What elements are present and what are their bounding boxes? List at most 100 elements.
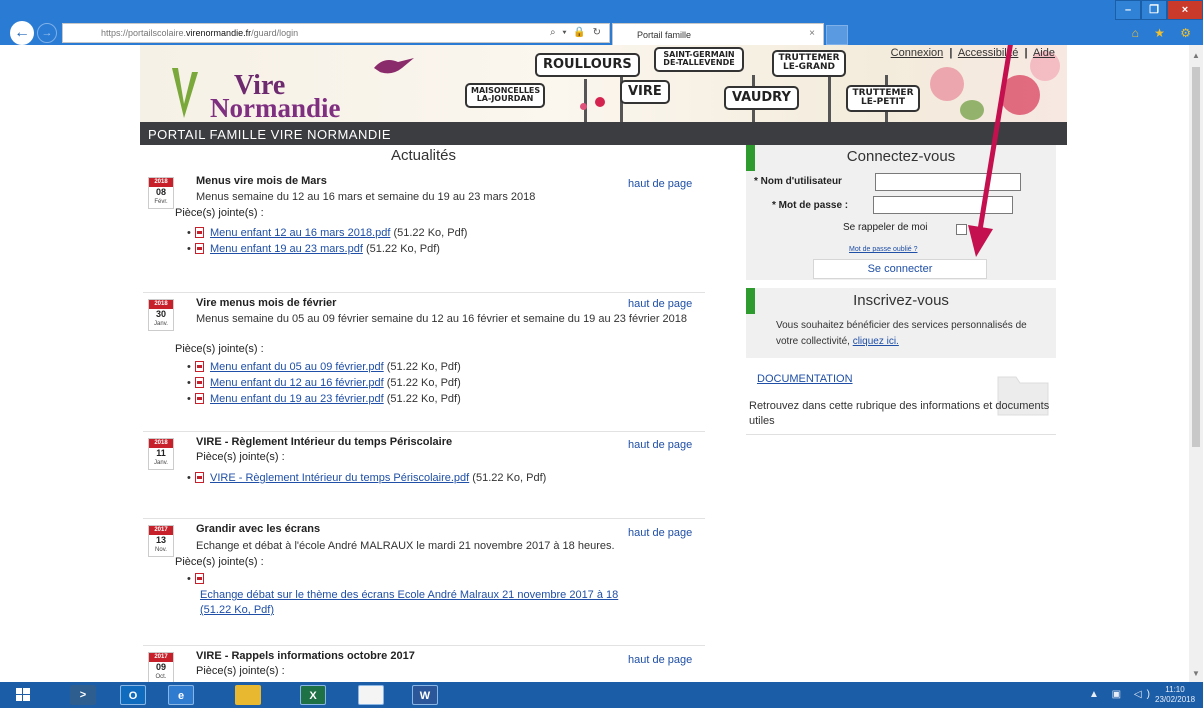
close-window-button[interactable]: × [1167,0,1203,20]
connexion-link[interactable]: Connexion [891,47,944,59]
vertical-scrollbar[interactable]: ▲ ▼ [1189,45,1203,682]
windows-taskbar: > O e X W ▲ ▣ ◁) 11:10 23/02/2018 [0,682,1203,708]
excel-icon[interactable]: X [300,685,326,705]
sign-truttemer-le-petit: TRUTTEMER LE-PETIT [846,85,920,112]
attachment-link[interactable]: Menu enfant du 05 au 09 février.pdf [210,361,384,373]
attachment-link[interactable]: Menu enfant du 19 au 23 février.pdf [210,393,384,405]
news-article: 2018 30 Janv. Vire menus mois de février… [143,295,705,432]
attachment-item: • VIRE - Règlement Intérieur du temps Pér… [187,472,546,484]
date-month: Oct. [155,674,167,680]
outlook-icon[interactable]: O [120,685,146,705]
browser-titlebar: ← → https://portailscolaire.virenormandi… [0,0,1203,45]
date-year: 2017 [149,526,173,535]
attachments-label: Pièce(s) jointe(s) : [175,343,264,355]
top-of-page-link[interactable]: haut de page [628,178,692,190]
article-title: Menus vire mois de Mars [196,175,327,187]
date-year: 2018 [149,178,173,187]
bullet: • [187,472,191,484]
attachment-item: • Menu enfant du 12 au 16 février.pdf (51… [187,377,461,389]
attachment-link[interactable]: Echange débat sur le thème des écrans Ec… [200,589,618,601]
scrollbar-thumb[interactable] [1192,67,1200,447]
pdf-icon [195,377,204,388]
date-year: 2018 [149,300,173,309]
back-arrow-icon[interactable]: ← [10,21,34,45]
top-of-page-link[interactable]: haut de page [628,527,692,539]
date-day: 13 [155,535,166,545]
bullet: • [187,393,191,405]
link-separator: | [949,47,953,59]
article-description: Menus semaine du 05 au 09 février semain… [196,313,688,325]
register-link[interactable]: cliquez ici. [853,336,899,347]
date-badge: 2018 08 Févr. [148,177,174,209]
home-favorites-settings-icons[interactable]: ⌂ ★ ⚙ [1132,26,1197,40]
sign-truttemer-le-grand: TRUTTEMER LE-GRAND [772,50,846,77]
vire-normandie-logo[interactable]: Vire Normandie [170,60,380,122]
pdf-icon [195,361,204,372]
word-icon[interactable]: W [412,685,438,705]
documentation-link[interactable]: DOCUMENTATION [757,373,853,385]
attachment-item: Echange débat sur le thème des écrans Ec… [200,588,700,618]
bird-illustration-icon [374,58,414,74]
attachment-item: • [187,573,210,585]
article-title: VIRE - Rappels informations octobre 2017 [196,650,415,662]
maximize-button[interactable]: ❐ [1141,0,1167,20]
powershell-icon[interactable]: > [70,685,96,705]
date-month: Nov. [155,547,167,553]
register-description: Vous souhaitez bénéficier des services p… [776,320,1027,347]
file-explorer-icon[interactable] [235,685,261,705]
forward-arrow-icon[interactable]: → [37,23,57,43]
clock-time: 11:10 [1165,685,1185,694]
attachments-label: Pièce(s) jointe(s) : [196,451,285,463]
date-month: Janv. [154,321,168,327]
forgot-password-link[interactable]: Mot de passe oublié ? [849,246,918,253]
attachment-item: • Menu enfant 19 au 23 mars.pdf (51.22 Ko… [187,243,440,255]
attachment-link[interactable]: Menu enfant 12 au 16 mars 2018.pdf [210,227,390,239]
sign-saint-germain: SAINT-GERMAIN DE-TALLEVENDE [654,47,744,72]
news-article: 2017 09 Oct. VIRE - Rappels informations… [143,648,705,682]
tab-close-icon[interactable]: × [809,28,815,39]
attachment-item: • Menu enfant du 19 au 23 février.pdf (51… [187,393,461,405]
date-month: Févr. [154,199,168,205]
documentation-description: Retrouvez dans cette rubrique des inform… [749,400,1050,427]
sign-maisoncelles: MAISONCELLES LA-JOURDAN [465,83,545,108]
attachment-info[interactable]: (51.22 Ko, Pdf) [200,604,274,616]
top-of-page-link[interactable]: haut de page [628,654,692,666]
blank-app-icon[interactable] [358,685,384,705]
minimize-button[interactable]: – [1115,0,1141,20]
attachment-link[interactable]: VIRE - Règlement Intérieur du temps Péri… [210,472,469,484]
news-heading: Actualités [390,147,457,164]
attachment-info: (51.22 Ko, Pdf) [472,472,547,484]
attachment-link[interactable]: Menu enfant du 12 au 16 février.pdf [210,377,384,389]
attachments-label: Pièce(s) jointe(s) : [175,556,264,568]
top-of-page-link[interactable]: haut de page [628,298,692,310]
news-article: 2018 11 Janv. VIRE - Règlement Intérieur… [143,434,705,519]
bullet: • [187,573,191,585]
logo-text-normandie: Normandie [210,93,341,122]
windows-start-icon[interactable] [8,685,38,705]
attachment-link[interactable]: Menu enfant 19 au 23 mars.pdf [210,243,363,255]
documentation-panel: DOCUMENTATION Retrouvez dans cette rubri… [746,369,1056,435]
bullet: • [187,377,191,389]
tab-portail-famille[interactable]: Portail famille × [612,23,824,45]
aide-link[interactable]: Aide [1033,47,1055,59]
search-refresh-icons[interactable]: ⌕ ▾ 🔒 ↻ [550,27,603,38]
scroll-up-icon[interactable]: ▲ [1192,51,1200,60]
pdf-icon [195,472,204,483]
date-badge: 2018 30 Janv. [148,299,174,331]
internet-explorer-icon[interactable]: e [168,685,194,705]
top-of-page-link[interactable]: haut de page [628,439,692,451]
site-container: Vire Normandie ROULLOURS SAINT-GERMAIN D… [140,45,1067,682]
scroll-down-icon[interactable]: ▼ [1192,669,1200,678]
remember-me-label: Se rappeler de moi [843,222,928,233]
attachments-label: Pièce(s) jointe(s) : [175,207,264,219]
address-bar[interactable]: https://portailscolaire.virenormandie.fr… [62,23,610,43]
tray-icons[interactable]: ▲ ▣ ◁) [1089,689,1150,700]
new-tab-button[interactable] [826,25,848,45]
clock[interactable]: 11:10 23/02/2018 [1155,685,1195,705]
pdf-icon [195,243,204,254]
date-day: 30 [155,309,166,319]
attachment-info: (51.22 Ko, Pdf) [386,393,461,405]
article-title: VIRE - Règlement Intérieur du temps Péri… [196,436,453,448]
logo-leaf-icon [172,68,198,118]
password-label: * Mot de passe : [772,200,849,211]
